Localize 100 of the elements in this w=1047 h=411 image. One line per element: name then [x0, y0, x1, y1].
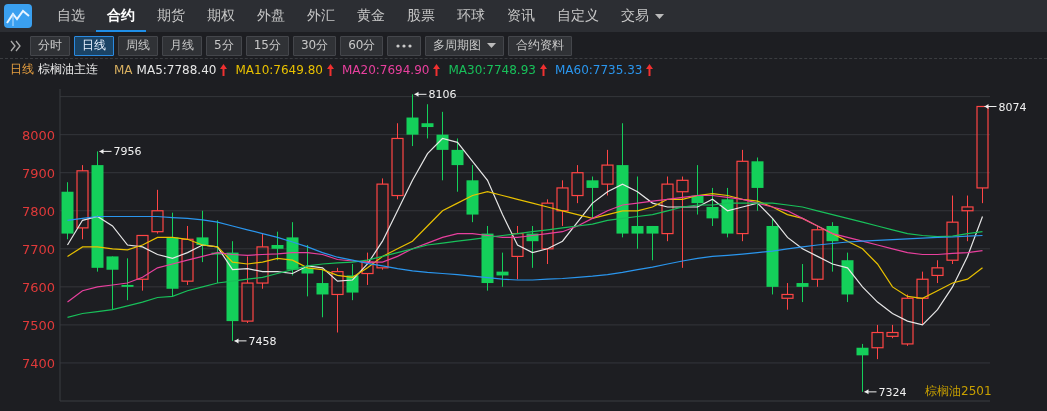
rising-candlestick [871, 324, 884, 360]
falling-candlestick [451, 137, 464, 193]
leader-arrow-icon [414, 91, 427, 97]
falling-candlestick [346, 263, 359, 301]
period-button[interactable]: 合约资料 [508, 35, 573, 56]
contract-label: 棕榈油2501 [925, 384, 992, 398]
indicator-label: MA [114, 62, 133, 77]
nav-tab[interactable]: 期权 [196, 0, 246, 32]
nav-tab[interactable]: 黄金 [346, 0, 396, 32]
falling-candlestick [466, 164, 479, 223]
rising-candlestick [241, 255, 254, 324]
falling-candlestick [421, 103, 434, 139]
falling-candlestick [106, 255, 119, 311]
moving-average-value: MA5:7788.40 [136, 62, 217, 77]
period-button[interactable]: 周线 [118, 35, 158, 56]
period-button[interactable]: 分时 [30, 35, 70, 56]
expand-icon[interactable] [10, 39, 22, 52]
dropdown-button[interactable]: 多周期图 [425, 35, 505, 56]
falling-candlestick [691, 164, 704, 216]
falling-candlestick [301, 244, 314, 297]
instrument-name: 棕榈油主连 [38, 61, 98, 78]
period-label: 日线 [10, 61, 34, 78]
nav-tab[interactable]: 自定义 [546, 0, 610, 32]
rising-candlestick [571, 164, 584, 204]
nav-tab[interactable]: 自选 [46, 0, 96, 32]
rising-candlestick [556, 179, 569, 227]
falling-candlestick [796, 263, 809, 303]
falling-candlestick [61, 181, 74, 240]
axis-tick-label: 7900 [21, 165, 55, 181]
axis-tick-label: 7700 [21, 241, 55, 257]
rising-candlestick [256, 233, 269, 290]
rising-candlestick [511, 225, 524, 280]
rising-candlestick [661, 176, 674, 242]
nav-tab[interactable]: 资讯 [496, 0, 546, 32]
caret-icon [487, 43, 497, 48]
falling-candlestick [841, 252, 854, 303]
falling-candlestick [496, 252, 509, 288]
period-button[interactable]: 日线 [74, 35, 114, 56]
falling-candlestick [196, 210, 209, 263]
falling-candlestick [721, 187, 734, 238]
axis-tick-label: 7600 [21, 279, 55, 295]
rising-candlestick [961, 195, 974, 242]
falling-candlestick [856, 343, 869, 393]
falling-candlestick [646, 225, 659, 261]
rising-candlestick [136, 234, 149, 292]
falling-candlestick [286, 221, 299, 276]
rising-candlestick [901, 293, 914, 347]
rising-candlestick [361, 252, 374, 286]
axis-tick-label: 7500 [21, 317, 55, 333]
period-button[interactable]: 月线 [162, 35, 202, 56]
nav-tab[interactable]: 期货 [146, 0, 196, 32]
falling-candlestick [481, 225, 494, 292]
leader-arrow-icon [984, 104, 997, 109]
axis-tick-label: 7800 [21, 203, 55, 219]
period-button[interactable]: 5分 [206, 35, 242, 56]
moving-average-value: MA60:7735.33 [554, 62, 643, 77]
moving-average-value: MA20:7694.90 [341, 62, 430, 77]
rising-candlestick [811, 225, 824, 288]
falling-candlestick [526, 225, 539, 269]
rising-candlestick [601, 149, 614, 197]
falling-candlestick [316, 269, 329, 318]
leader-arrow-icon [99, 148, 112, 154]
nav-tab[interactable]: 环球 [446, 0, 496, 32]
falling-candlestick [586, 176, 599, 219]
rising-candlestick [181, 225, 194, 286]
leader-arrow-icon [234, 338, 247, 344]
moving-average-value: MA10:7649.80 [235, 62, 323, 77]
price-extreme-label: 7324 [878, 385, 907, 399]
nav-tab[interactable]: 外汇 [296, 0, 346, 32]
price-extreme-label: 8106 [428, 88, 457, 102]
leader-arrow-icon [864, 389, 877, 395]
rising-candlestick [781, 282, 794, 311]
rising-candlestick [916, 271, 929, 326]
price-extreme-label: 7956 [113, 145, 142, 159]
price-extreme-label: 8074 [998, 100, 1027, 114]
falling-candlestick [751, 157, 764, 212]
falling-candlestick [436, 111, 449, 181]
nav-tab[interactable]: 合约 [96, 0, 146, 32]
falling-candlestick [826, 221, 839, 273]
moving-average-value: MA30:7748.93 [448, 62, 536, 77]
axis-tick-label: 8000 [21, 127, 55, 143]
period-button[interactable]: 15分 [245, 35, 289, 56]
period-button[interactable]: 30分 [292, 35, 337, 56]
period-button[interactable]: 60分 [340, 35, 384, 56]
app-logo-icon [4, 4, 32, 28]
rising-candlestick [931, 259, 944, 284]
nav-tab[interactable]: 股票 [396, 0, 446, 32]
falling-candlestick [211, 219, 224, 284]
falling-candlestick [706, 187, 719, 227]
rising-candlestick [151, 189, 164, 235]
rising-candlestick [331, 267, 344, 333]
more-button[interactable] [387, 35, 422, 56]
rising-candlestick [541, 198, 554, 265]
nav-tab[interactable]: 交易 [610, 0, 675, 32]
rising-candlestick [886, 324, 899, 339]
price-extreme-label: 7458 [248, 334, 277, 348]
falling-candlestick [121, 257, 134, 301]
rising-candlestick [946, 195, 959, 265]
falling-candlestick [271, 231, 284, 261]
nav-tab[interactable]: 外盘 [246, 0, 296, 32]
